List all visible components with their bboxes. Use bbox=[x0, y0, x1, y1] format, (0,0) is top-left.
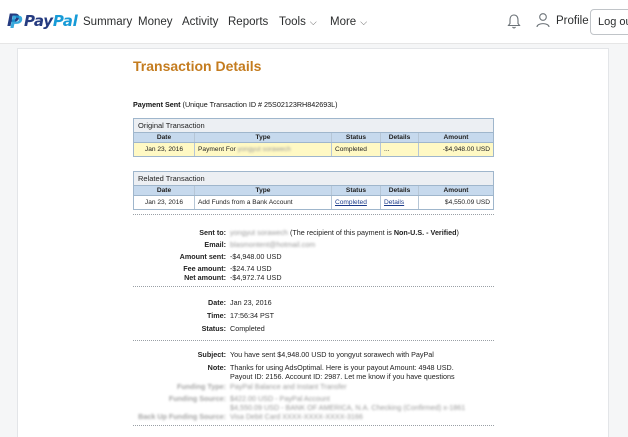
status-link[interactable]: Completed bbox=[335, 199, 367, 206]
table-row: Jan 23, 2016 Payment For yongyut sorawec… bbox=[134, 143, 493, 156]
nav-more[interactable]: More ⌵ bbox=[330, 15, 367, 29]
top-navigation: PP PayPal Summary Money Activity Reports… bbox=[0, 0, 628, 44]
nav-tools[interactable]: Tools ⌵ bbox=[279, 15, 317, 29]
cell-amount: -$4,948.00 USD bbox=[442, 146, 490, 153]
cell-date: Jan 23, 2016 bbox=[134, 143, 195, 156]
paypal-logo[interactable]: PP PayPal bbox=[7, 11, 78, 33]
cell-status: Completed bbox=[332, 143, 381, 156]
recipient-note-prefix: (The recipient of this payment is bbox=[289, 228, 392, 237]
net-amount-value: -$4,972.74 USD bbox=[230, 273, 282, 282]
cell-type: Add Funds from a Bank Account bbox=[195, 196, 332, 209]
column-header-details: Details bbox=[381, 186, 419, 195]
column-header-amount: Amount bbox=[443, 187, 469, 194]
funding-source-label: Funding Source: bbox=[168, 394, 226, 403]
divider bbox=[133, 214, 494, 215]
redacted-recipient: yongyut sorawech bbox=[237, 146, 291, 153]
status-value: Completed bbox=[230, 324, 265, 333]
note-label: Note: bbox=[207, 363, 226, 372]
recipient-note-suffix: ) bbox=[456, 228, 459, 237]
chevron-down-icon: ⌵ bbox=[309, 17, 317, 27]
date-value: Jan 23, 2016 bbox=[230, 298, 272, 307]
fee-amount-label: Fee amount: bbox=[183, 264, 226, 273]
fee-amount-value: -$24.74 USD bbox=[230, 264, 272, 273]
time-label: Time: bbox=[206, 311, 226, 320]
column-header-date: Date bbox=[134, 133, 195, 142]
logout-button[interactable]: Log out bbox=[590, 9, 628, 35]
column-header-details: Details bbox=[381, 133, 419, 142]
net-amount-label: Net amount: bbox=[184, 273, 226, 282]
payment-type: Payment Sent bbox=[133, 100, 181, 109]
funding-type-value: PayPal Balance and Instant Transfer bbox=[230, 382, 347, 391]
unique-transaction-id: (Unique Transaction ID # 25S02123RH84269… bbox=[182, 100, 338, 109]
time-value: 17:56:34 PST bbox=[230, 311, 274, 320]
cell-type: Payment For yongyut sorawech bbox=[195, 143, 332, 156]
details-link[interactable]: Details bbox=[384, 199, 404, 206]
backup-funding-source-label: Back Up Funding Source: bbox=[138, 412, 226, 421]
paypal-wordmark: PayPal bbox=[24, 12, 78, 30]
recipient-verification-status: Non-U.S. - Verified bbox=[393, 228, 457, 237]
cell-details: ... bbox=[381, 143, 419, 156]
cell-amount: $4,550.09 USD bbox=[444, 199, 490, 206]
profile-link[interactable]: Profile bbox=[556, 15, 589, 27]
profile-icon[interactable] bbox=[536, 12, 550, 28]
chevron-down-icon: ⌵ bbox=[360, 17, 368, 27]
cell-date: Jan 23, 2016 bbox=[134, 196, 195, 209]
divider bbox=[133, 340, 494, 341]
sent-to-label: Sent to: bbox=[199, 228, 226, 237]
column-header-amount: Amount bbox=[443, 134, 469, 141]
paypal-p-icon: PP bbox=[7, 11, 23, 33]
column-header-status: Status bbox=[332, 133, 381, 142]
type-prefix: Payment For bbox=[198, 146, 236, 153]
status-label: Status: bbox=[201, 324, 226, 333]
redacted-email: blasmontent@hotmail.com bbox=[230, 240, 316, 249]
column-header-type: Type bbox=[195, 133, 332, 142]
nav-tools-label: Tools bbox=[279, 16, 306, 28]
amount-sent-label: Amount sent: bbox=[179, 252, 226, 261]
table-header-row: Date Type Status Details Amount bbox=[134, 186, 493, 196]
original-transaction-table: Original Transaction Date Type Status De… bbox=[133, 118, 494, 157]
table-caption: Related Transaction bbox=[134, 172, 493, 186]
nav-summary[interactable]: Summary bbox=[83, 15, 132, 29]
table-row: Jan 23, 2016 Add Funds from a Bank Accou… bbox=[134, 196, 493, 209]
date-label: Date: bbox=[208, 298, 226, 307]
divider bbox=[133, 425, 494, 426]
payment-summary-line: Payment Sent (Unique Transaction ID # 25… bbox=[133, 100, 338, 109]
cell-status: Completed bbox=[332, 196, 381, 209]
redacted-recipient-name: yongyut sorawech bbox=[230, 228, 288, 237]
column-header-status: Status bbox=[332, 186, 381, 195]
sent-to-value: yongyut sorawech (The recipient of this … bbox=[230, 228, 459, 237]
nav-reports[interactable]: Reports bbox=[228, 15, 268, 29]
divider bbox=[133, 286, 494, 287]
nav-money[interactable]: Money bbox=[138, 15, 173, 29]
page-title: Transaction Details bbox=[133, 58, 262, 74]
email-label: Email: bbox=[204, 240, 226, 249]
subject-value: You have sent $4,948.00 USD to yongyut s… bbox=[230, 350, 434, 359]
note-line-1: Thanks for using AdsOptimal. Here is you… bbox=[230, 363, 454, 372]
funding-source-value-2: $4,550.09 USD - BANK OF AMERICA, N.A. Ch… bbox=[230, 403, 466, 412]
related-transaction-table: Related Transaction Date Type Status Det… bbox=[133, 171, 494, 210]
backup-funding-source-value: Visa Debit Card XXXX-XXXX-XXXX-3166 bbox=[230, 412, 363, 421]
note-line-2: Payout ID: 2156. Account ID: 2987. Let m… bbox=[230, 372, 455, 381]
amount-sent-value: -$4,948.00 USD bbox=[230, 252, 282, 261]
cell-details: Details bbox=[381, 196, 419, 209]
table-caption: Original Transaction bbox=[134, 119, 493, 133]
nav-activity[interactable]: Activity bbox=[182, 15, 218, 29]
column-header-type: Type bbox=[195, 186, 332, 195]
nav-more-label: More bbox=[330, 16, 357, 28]
table-header-row: Date Type Status Details Amount bbox=[134, 133, 493, 143]
subject-label: Subject: bbox=[197, 350, 226, 359]
column-header-date: Date bbox=[134, 186, 195, 195]
funding-type-label: Funding Type: bbox=[177, 382, 226, 391]
bell-icon[interactable] bbox=[506, 13, 522, 30]
funding-source-value-1: $422.00 USD - PayPal Account bbox=[230, 394, 330, 403]
